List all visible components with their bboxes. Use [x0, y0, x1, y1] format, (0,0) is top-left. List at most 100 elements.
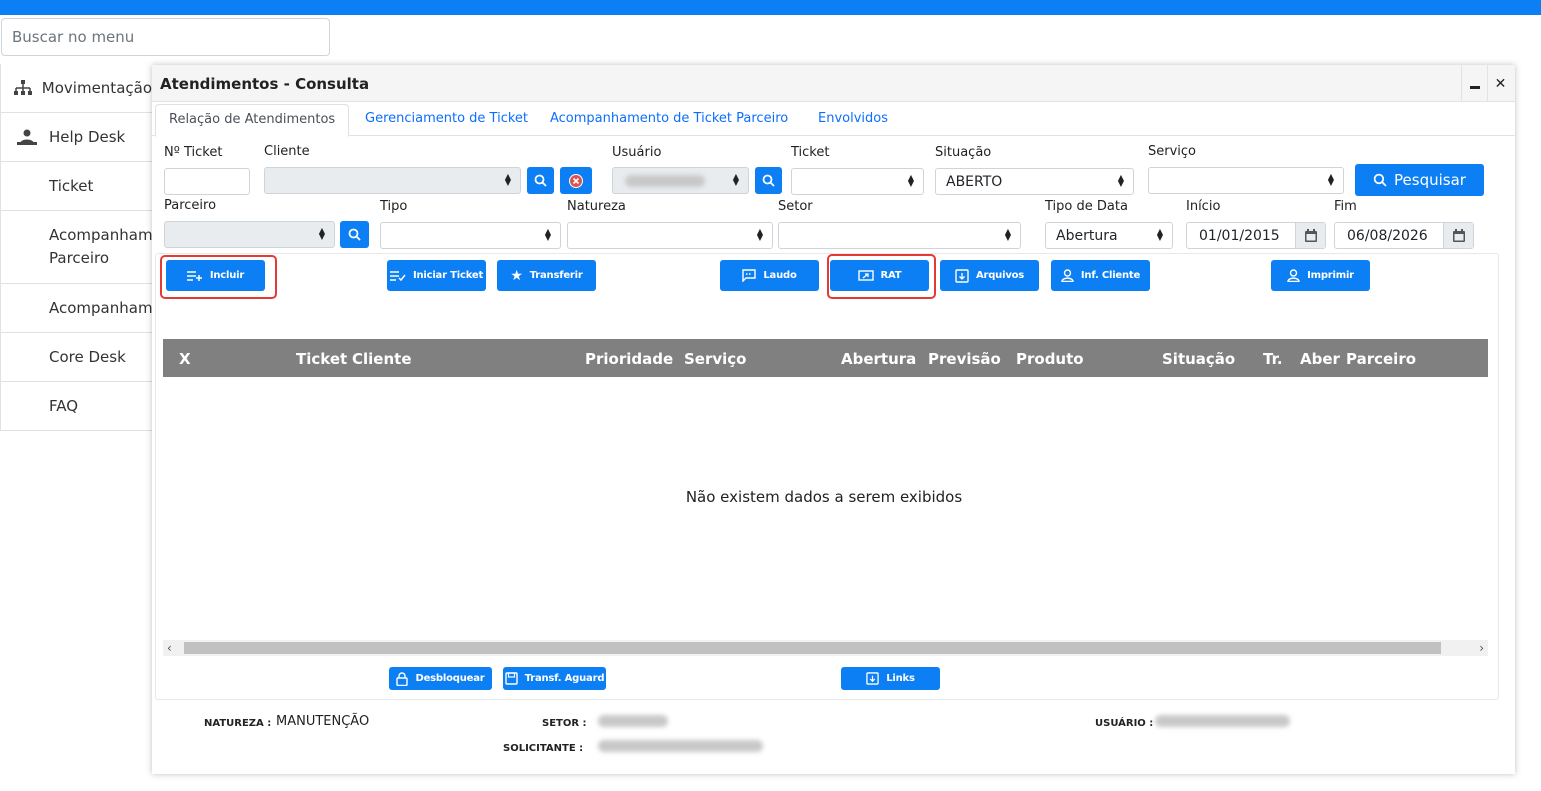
servico-select[interactable]: ▲ ▼ — [1148, 167, 1344, 194]
window-title-bar: Atendimentos - Consulta ✕ — [152, 65, 1515, 102]
usuario-select[interactable]: ▲ ▼ — [612, 167, 749, 194]
situacao-select[interactable]: ABERTO ▲ ▼ — [935, 168, 1134, 195]
parceiro-select[interactable]: ▲ ▼ — [164, 221, 335, 248]
menu-search-input[interactable] — [1, 18, 330, 56]
iniciar-ticket-label: Iniciar Ticket — [412, 270, 484, 281]
message-icon — [742, 269, 757, 282]
transf-aguard-button[interactable]: Transf. Aguard — [503, 667, 606, 690]
sidebar-item-label: Ticket — [49, 177, 94, 195]
grid-header: X Ticket Cliente Prioridade Serviço Aber… — [163, 339, 1488, 377]
sidebar-item-ticket[interactable]: Ticket — [1, 162, 152, 211]
links-label: Links — [886, 673, 915, 684]
results-panel — [155, 253, 1499, 700]
cliente-select[interactable]: ▲ ▼ — [264, 167, 521, 194]
sidebar-item-core-desk[interactable]: Core Desk — [1, 333, 152, 382]
ticket-select[interactable]: ▲ ▼ — [791, 168, 924, 195]
links-button[interactable]: Links — [841, 667, 940, 690]
tab-acompanhamento-ticket-parceiro[interactable]: Acompanhamento de Ticket Parceiro — [537, 104, 801, 137]
iniciar-ticket-button[interactable]: Iniciar Ticket — [387, 260, 486, 291]
transferir-button[interactable]: ★ Transferir — [497, 260, 596, 291]
cliente-clear-button[interactable] — [560, 167, 592, 194]
sidebar-item-faq[interactable]: FAQ — [1, 382, 152, 431]
situacao-label: Situação — [935, 145, 992, 160]
inf-cliente-button[interactable]: Inf. Cliente — [1051, 260, 1150, 291]
close-icon: ✕ — [1494, 75, 1507, 92]
inicio-label: Início — [1186, 199, 1221, 214]
inicio-date-input[interactable]: 01/01/2015 — [1186, 222, 1326, 249]
tipo-select[interactable]: ▲ ▼ — [380, 222, 561, 249]
cliente-search-button[interactable] — [527, 167, 554, 194]
atendimentos-window: Atendimentos - Consulta ✕ Relação de Ate… — [152, 65, 1515, 774]
calendar-icon[interactable] — [1443, 223, 1473, 248]
person-icon — [1061, 269, 1074, 282]
scrollbar-thumb[interactable] — [184, 642, 1441, 654]
column-header-ticket[interactable]: Ticket — [296, 350, 347, 368]
column-header-produto[interactable]: Produto — [1016, 350, 1084, 368]
ticket-label: Ticket — [791, 145, 830, 160]
sidebar-menu: Movimentação Help Desk Ticket Acompanham… — [0, 64, 152, 431]
archive-icon — [955, 268, 969, 283]
sidebar-item-acompanhamento[interactable]: Acompanhamento — [1, 284, 152, 333]
fim-date-input[interactable]: 06/08/2026 — [1334, 222, 1474, 249]
column-header-abertura[interactable]: Abertura — [841, 350, 916, 368]
select-arrows-icon: ▲ ▼ — [1117, 173, 1124, 188]
incluir-button[interactable]: Incluir — [166, 260, 265, 291]
tab-relacao-atendimentos[interactable]: Relação de Atendimentos — [155, 104, 350, 137]
natureza-select[interactable]: ▲ ▼ — [567, 222, 773, 249]
tab-envolvidos[interactable]: Envolvidos — [805, 104, 901, 137]
column-header-prioridade[interactable]: Prioridade — [585, 350, 673, 368]
pesquisar-button[interactable]: Pesquisar — [1355, 164, 1484, 196]
support-agent-icon — [1, 129, 49, 145]
arquivos-button[interactable]: Arquivos — [940, 260, 1039, 291]
minimize-button[interactable] — [1461, 65, 1487, 102]
situacao-value: ABERTO — [946, 173, 1003, 190]
laudo-label: Laudo — [763, 270, 797, 281]
star-icon: ★ — [510, 267, 523, 284]
scroll-left-icon[interactable]: ‹ — [167, 641, 172, 655]
sidebar-item-movimentacao[interactable]: Movimentação — [1, 64, 152, 113]
select-arrows-icon: ▲ ▼ — [1004, 227, 1011, 242]
column-header-tr[interactable]: Tr. — [1263, 350, 1283, 368]
scroll-right-icon[interactable]: › — [1479, 641, 1484, 655]
setor-label: Setor — [778, 199, 813, 214]
column-header-aber[interactable]: Aber — [1300, 350, 1340, 368]
usuario-search-button[interactable] — [755, 167, 782, 194]
sidebar-item-label: Core Desk — [49, 348, 126, 366]
column-header-x[interactable]: X — [179, 350, 191, 368]
arquivos-label: Arquivos — [975, 270, 1025, 281]
imprimir-button[interactable]: Imprimir — [1271, 260, 1370, 291]
fim-label: Fim — [1334, 199, 1357, 214]
screen-share-icon — [857, 269, 874, 281]
tab-gerenciamento-ticket[interactable]: Gerenciamento de Ticket — [352, 104, 541, 137]
sidebar-item-help-desk[interactable]: Help Desk — [1, 113, 152, 162]
natureza-info-label: NATUREZA : — [204, 718, 272, 729]
parceiro-search-button[interactable] — [340, 221, 369, 248]
tipo-data-select[interactable]: Abertura ▲ ▼ — [1045, 222, 1173, 249]
lock-icon — [396, 671, 409, 686]
column-header-previsao[interactable]: Previsão — [928, 350, 1001, 368]
playlist-add-icon — [186, 270, 202, 281]
close-button[interactable]: ✕ — [1487, 65, 1513, 102]
ticket-number-label: Nº Ticket — [164, 145, 223, 160]
horizontal-scrollbar[interactable]: ‹ › — [163, 640, 1488, 656]
setor-select[interactable]: ▲ ▼ — [778, 222, 1021, 249]
column-header-servico[interactable]: Serviço — [684, 350, 747, 368]
calendar-icon[interactable] — [1295, 223, 1325, 248]
select-arrows-icon: ▲ ▼ — [318, 226, 325, 241]
column-header-situacao[interactable]: Situação — [1162, 350, 1235, 368]
sitemap-icon — [1, 80, 42, 96]
column-header-cliente[interactable]: Cliente — [352, 350, 412, 368]
ticket-number-input[interactable] — [164, 168, 250, 195]
search-icon — [348, 228, 361, 241]
sidebar-item-acompanhamento-parceiro[interactable]: Acompanhamento Parceiro — [1, 211, 152, 284]
clear-icon — [569, 173, 583, 188]
laudo-button[interactable]: Laudo — [720, 260, 819, 291]
search-icon — [1373, 173, 1387, 187]
pesquisar-label: Pesquisar — [1394, 171, 1466, 189]
inicio-value: 01/01/2015 — [1199, 227, 1280, 244]
save-icon — [504, 672, 518, 685]
rat-button[interactable]: RAT — [830, 260, 929, 291]
desbloquear-button[interactable]: Desbloquear — [389, 667, 492, 690]
column-header-parceiro[interactable]: Parceiro — [1346, 350, 1416, 368]
sidebar-item-label: FAQ — [49, 397, 79, 415]
